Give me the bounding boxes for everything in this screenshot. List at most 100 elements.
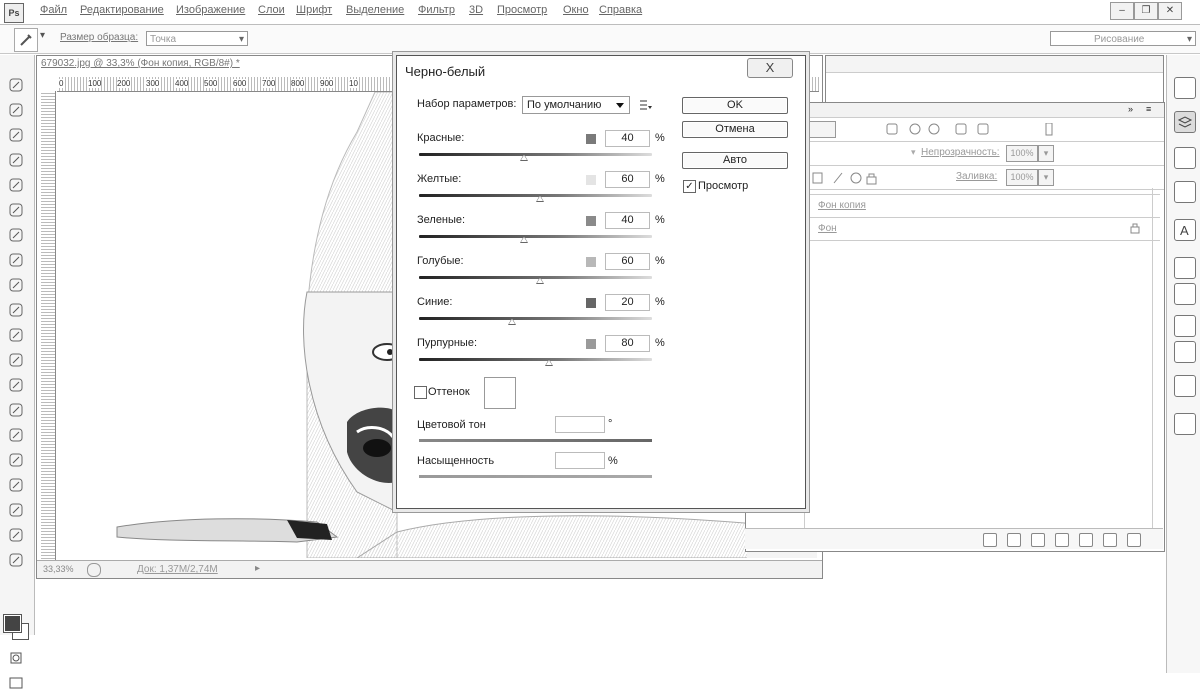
channel-value-field[interactable]: 40 (605, 130, 650, 147)
healing-tool-icon[interactable] (6, 225, 26, 245)
close-window-button[interactable]: ✕ (1158, 2, 1182, 20)
pen-tool-icon[interactable] (6, 425, 26, 445)
menu-item[interactable]: Файл (40, 4, 67, 16)
slider-thumb[interactable] (545, 359, 554, 366)
opacity-dropdown[interactable]: ▾ (1038, 145, 1054, 162)
slider-thumb[interactable] (536, 195, 545, 202)
character-panel-icon[interactable]: A (1174, 219, 1196, 241)
channel-value-field[interactable]: 40 (605, 212, 650, 229)
eyedropper-tool-icon[interactable] (14, 28, 38, 52)
maximize-button[interactable]: ❐ (1134, 2, 1158, 20)
menu-item[interactable]: Шрифт (296, 4, 332, 16)
delete-layer-icon[interactable] (1127, 533, 1141, 547)
history-brush-tool-icon[interactable] (6, 300, 26, 320)
channel-slider[interactable] (419, 153, 652, 156)
menu-item[interactable]: Фильтр (418, 4, 455, 16)
tool-preset-arrow[interactable]: ▾ (40, 30, 48, 46)
menu-item[interactable]: Редактирование (80, 4, 164, 16)
tint-checkbox[interactable] (414, 386, 427, 399)
path-select-tool-icon[interactable] (6, 475, 26, 495)
dialog-close-button[interactable]: X (747, 58, 793, 78)
quick-select-tool-icon[interactable] (6, 150, 26, 170)
shape-tool-icon[interactable] (6, 500, 26, 520)
minimize-button[interactable]: – (1110, 2, 1134, 20)
ok-button[interactable]: OK (682, 97, 788, 114)
opacity-field[interactable]: 100% (1006, 145, 1038, 162)
clone-stamp-tool-icon[interactable] (6, 275, 26, 295)
crop-tool-icon[interactable] (6, 175, 26, 195)
color-panel-icon[interactable] (1174, 147, 1196, 169)
slider-thumb[interactable] (519, 154, 528, 161)
swatches-panel-icon[interactable] (1174, 181, 1196, 203)
blur-tool-icon[interactable] (6, 375, 26, 395)
layer-row[interactable]: Фон копия (804, 194, 1160, 218)
type-tool-icon[interactable] (6, 450, 26, 470)
status-arrow-icon[interactable]: ▸ (255, 563, 260, 574)
menu-item[interactable]: Изображение (176, 4, 245, 16)
panel-menu-icon[interactable]: ≡ (1146, 104, 1151, 114)
saturation-field[interactable] (555, 452, 605, 469)
fill-field[interactable]: 100% (1006, 169, 1038, 186)
document-tab[interactable]: 679032.jpg @ 33,3% (Фон копия, RGB/8#) * (41, 58, 240, 72)
clone-source-icon[interactable] (1174, 283, 1196, 305)
saturation-slider[interactable] (419, 475, 652, 478)
channel-slider[interactable] (419, 317, 652, 320)
screen-mode-icon[interactable] (6, 673, 26, 693)
menu-item[interactable]: Выделение (346, 4, 404, 16)
layer-style-icon[interactable] (1007, 533, 1021, 547)
menu-item[interactable]: Просмотр (497, 4, 547, 16)
marquee-tool-icon[interactable] (6, 100, 26, 120)
channel-value-field[interactable]: 20 (605, 294, 650, 311)
workspace-select[interactable]: Рисование ▾ (1050, 31, 1196, 46)
lasso-tool-icon[interactable] (6, 125, 26, 145)
add-mask-icon[interactable] (1031, 533, 1045, 547)
preview-checkbox[interactable]: ✓ (683, 180, 696, 193)
foreground-color-swatch[interactable] (3, 614, 22, 633)
brush-panel-icon[interactable] (1174, 257, 1196, 279)
hue-slider[interactable] (419, 439, 652, 442)
link-layers-icon[interactable] (983, 533, 997, 547)
quick-mask-icon[interactable] (6, 648, 26, 668)
menu-item[interactable]: Окно (563, 4, 589, 16)
collapse-panel-icon[interactable]: » (1128, 104, 1133, 114)
sample-size-select[interactable]: Точка ▾ (146, 31, 248, 46)
dodge-tool-icon[interactable] (6, 400, 26, 420)
move-tool-icon[interactable] (6, 75, 26, 95)
paths-panel-icon[interactable] (1174, 315, 1196, 337)
info-panel-icon[interactable] (1174, 413, 1196, 435)
preset-options-icon[interactable] (640, 100, 652, 110)
new-group-icon[interactable] (1079, 533, 1093, 547)
channel-value-field[interactable]: 60 (605, 171, 650, 188)
slider-thumb[interactable] (508, 318, 517, 325)
fill-dropdown[interactable]: ▾ (1038, 169, 1054, 186)
channel-slider[interactable] (419, 235, 652, 238)
brush-tool-icon[interactable] (6, 250, 26, 270)
hand-tool-icon[interactable] (6, 525, 26, 545)
zoom-tool-icon[interactable] (6, 550, 26, 570)
layers-scrollbar[interactable] (1152, 188, 1163, 528)
gradient-tool-icon[interactable] (6, 350, 26, 370)
new-layer-icon[interactable] (1103, 533, 1117, 547)
actions-panel-icon[interactable] (1174, 341, 1196, 363)
zoom-field[interactable]: 33,33% (43, 564, 74, 574)
adjustments-panel-icon[interactable] (1174, 375, 1196, 397)
channel-value-field[interactable]: 80 (605, 335, 650, 352)
menu-item[interactable]: 3D (469, 4, 483, 16)
cancel-button[interactable]: Отмена (682, 121, 788, 138)
history-panel-icon[interactable] (1174, 77, 1196, 99)
channel-slider[interactable] (419, 358, 652, 361)
hue-field[interactable] (555, 416, 605, 433)
layer-row[interactable]: Фон (804, 218, 1160, 241)
menu-item[interactable]: Слои (258, 4, 285, 16)
layers-panel-icon[interactable] (1174, 111, 1196, 133)
eraser-tool-icon[interactable] (6, 325, 26, 345)
tint-color-swatch[interactable] (484, 377, 516, 409)
slider-thumb[interactable] (519, 236, 528, 243)
layer-filter-icons[interactable] (886, 122, 1053, 136)
adjustment-layer-icon[interactable] (1055, 533, 1069, 547)
lock-icons[interactable] (812, 171, 882, 188)
preset-select[interactable]: По умолчанию (522, 96, 630, 114)
menu-item[interactable]: Справка (599, 4, 642, 16)
auto-button[interactable]: Авто (682, 152, 788, 169)
channel-value-field[interactable]: 60 (605, 253, 650, 270)
